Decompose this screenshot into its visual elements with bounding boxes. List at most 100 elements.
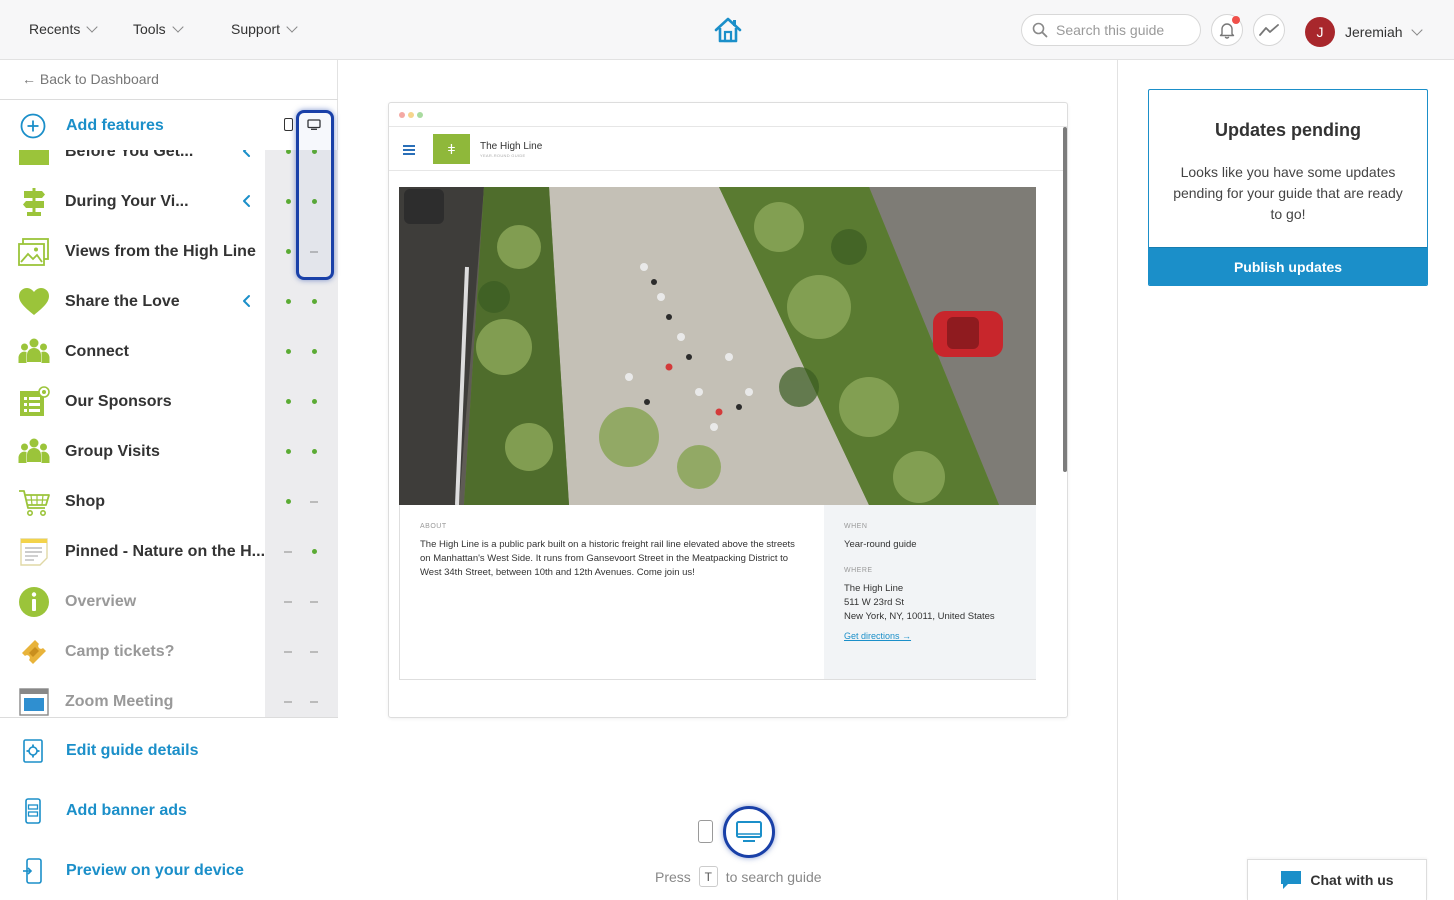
mobile-hidden-indicator[interactable] <box>284 651 292 653</box>
mobile-hidden-indicator[interactable] <box>284 551 292 553</box>
chevron-left-icon[interactable] <box>240 194 254 208</box>
right-panel: Updates pending Looks like you have some… <box>1117 60 1454 900</box>
when-heading: WHEN <box>844 523 868 530</box>
nav-recents[interactable]: Recents <box>29 21 99 37</box>
desktop-visible-indicator[interactable] <box>312 399 317 404</box>
desktop-preview-toggle[interactable] <box>723 806 775 858</box>
window-close-dot <box>399 112 405 118</box>
back-to-dashboard-link[interactable]: ← Back to Dashboard <box>22 71 159 87</box>
feature-group-visits[interactable]: Group Visits <box>0 427 338 477</box>
feature-shop[interactable]: Shop <box>0 477 338 527</box>
get-directions-link[interactable]: Get directions → <box>844 631 911 641</box>
phone-ad-icon <box>25 798 41 824</box>
where-line: The High Line <box>844 583 904 594</box>
search-box[interactable] <box>1021 14 1201 46</box>
about-heading: ABOUT <box>420 523 447 530</box>
heart-icon <box>19 288 49 315</box>
sidebar: ← Back to Dashboard Add features Before … <box>0 60 338 900</box>
user-menu[interactable]: J Jeremiah <box>1305 17 1423 47</box>
mobile-visible-indicator[interactable] <box>286 349 291 354</box>
mobile-visible-indicator[interactable] <box>286 199 291 204</box>
updates-title: Updates pending <box>1214 120 1361 140</box>
about-text: The High Line is a public park built on … <box>420 539 795 578</box>
feature-camp-tickets[interactable]: Camp tickets? <box>0 627 338 677</box>
guide-title: The High Line <box>480 141 543 152</box>
chat-button[interactable]: Chat with us <box>1247 859 1427 900</box>
keyboard-shortcut-hint: Press T to search guide <box>655 866 822 887</box>
desktop-visible-indicator[interactable] <box>312 299 317 304</box>
add-features-button[interactable]: Add features <box>20 113 164 139</box>
feature-label: Views from the High Line <box>65 243 256 260</box>
window-icon <box>19 688 49 716</box>
feature-label: Overview <box>65 593 137 610</box>
feature-label: Before You Get... <box>65 150 194 160</box>
mobile-visible-indicator[interactable] <box>286 150 291 154</box>
feature-label: During Your Vi... <box>65 193 189 210</box>
feature-label: Pinned - Nature on the H... <box>65 543 266 560</box>
hint-text: to search guide <box>725 868 822 885</box>
add-banner-ads-link[interactable]: Add banner ads <box>20 798 187 824</box>
user-name: Jeremiah <box>1345 24 1403 40</box>
feature-during-your-visit[interactable]: During Your Vi... <box>0 177 338 227</box>
mobile-visible-indicator[interactable] <box>286 449 291 454</box>
nav-support-label: Support <box>231 21 281 37</box>
updates-pending-card: Updates pending Looks like you have some… <box>1148 89 1428 286</box>
desktop-hidden-indicator[interactable] <box>310 651 318 653</box>
desktop-hidden-indicator[interactable] <box>310 701 318 703</box>
when-text: Year-round guide <box>844 539 917 550</box>
bell-icon <box>1219 23 1235 39</box>
desktop-visible-indicator[interactable] <box>312 549 317 554</box>
preview-on-device-link[interactable]: Preview on your device <box>20 858 244 884</box>
mobile-preview-toggle[interactable] <box>698 820 713 843</box>
notifications-button[interactable] <box>1211 14 1243 46</box>
feature-before-you-get[interactable]: Before You Get... <box>0 150 338 177</box>
search-input[interactable] <box>1056 22 1186 38</box>
mobile-visible-indicator[interactable] <box>286 499 291 504</box>
window-minimize-dot <box>408 112 414 118</box>
desktop-column-highlight <box>296 110 334 280</box>
publish-updates-button[interactable]: Publish updates <box>1149 247 1427 285</box>
nav-support[interactable]: Support <box>231 21 298 37</box>
feature-label: Share the Love <box>65 293 180 310</box>
chevron-left-icon[interactable] <box>240 150 254 158</box>
feature-pinned-nature[interactable]: Pinned - Nature on the H... <box>0 527 338 577</box>
folder-icon <box>19 150 49 165</box>
press-label: Press <box>655 868 691 885</box>
guide-subtitle: YEAR-ROUND GUIDE <box>480 153 526 158</box>
home-icon[interactable] <box>713 15 743 45</box>
feature-share-the-love[interactable]: Share the Love <box>0 277 338 327</box>
feature-views-from-high-line[interactable]: Views from the High Line <box>0 227 338 277</box>
mobile-hidden-indicator[interactable] <box>284 701 292 703</box>
edit-guide-details-label: Edit guide details <box>66 742 199 759</box>
guide-logo: ǂ <box>433 134 470 164</box>
chevron-left-icon[interactable] <box>240 294 254 308</box>
gear-doc-icon <box>23 739 43 763</box>
mobile-visible-indicator[interactable] <box>286 249 291 254</box>
window-zoom-dot <box>417 112 423 118</box>
preview-on-device-label: Preview on your device <box>66 862 244 879</box>
mobile-hidden-indicator[interactable] <box>284 601 292 603</box>
desktop-visible-indicator[interactable] <box>312 449 317 454</box>
avatar: J <box>1305 17 1335 47</box>
add-banner-ads-label: Add banner ads <box>66 802 187 819</box>
desktop-hidden-indicator[interactable] <box>310 501 318 503</box>
notification-badge <box>1232 16 1240 24</box>
activity-button[interactable] <box>1253 14 1285 46</box>
preview-scrollbar[interactable] <box>1063 127 1067 472</box>
mobile-visible-indicator[interactable] <box>286 299 291 304</box>
desktop-hidden-indicator[interactable] <box>310 601 318 603</box>
ticket-icon <box>22 640 46 664</box>
plus-circle-icon <box>20 113 46 139</box>
nav-tools[interactable]: Tools <box>133 21 184 37</box>
mobile-visible-indicator[interactable] <box>286 399 291 404</box>
feature-overview[interactable]: Overview <box>0 577 338 627</box>
mobile-column-icon[interactable] <box>284 118 293 131</box>
edit-guide-details-link[interactable]: Edit guide details <box>20 738 198 764</box>
feature-our-sponsors[interactable]: Our Sponsors <box>0 377 338 427</box>
group-icon <box>18 438 50 463</box>
feature-connect[interactable]: Connect <box>0 327 338 377</box>
feature-label: Shop <box>65 493 105 510</box>
desktop-visible-indicator[interactable] <box>312 349 317 354</box>
phone-preview-icon <box>23 858 42 884</box>
hamburger-menu-icon[interactable] <box>403 145 415 157</box>
